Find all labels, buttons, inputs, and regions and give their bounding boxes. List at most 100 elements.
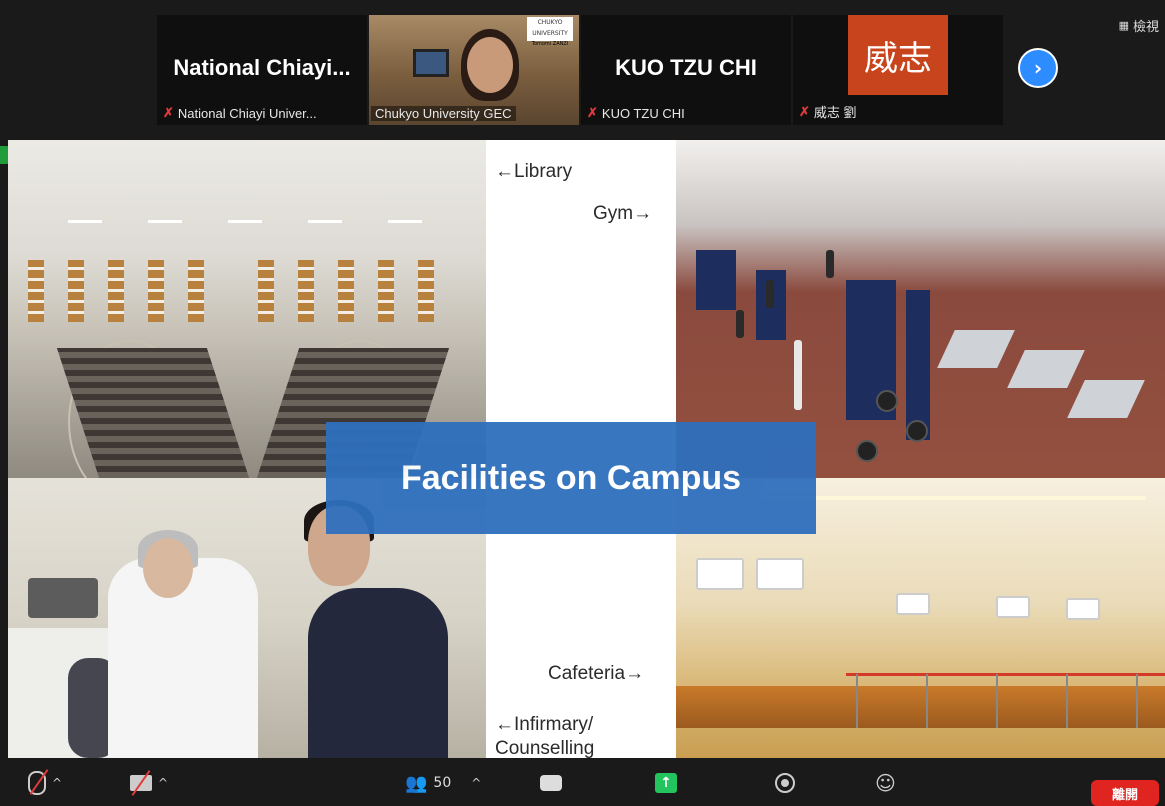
weight-plate [906, 420, 928, 442]
mute-button[interactable]: ^ [28, 768, 62, 798]
next-page-button[interactable]: › [1018, 48, 1058, 88]
chevron-up-icon[interactable]: ^ [52, 776, 62, 790]
name-plate: Tomomi ZANZI [531, 41, 569, 47]
treadmill [937, 330, 1015, 368]
person [794, 340, 802, 410]
slide-title-banner: Facilities on Campus [326, 422, 816, 534]
participant-label: ✗ 威志 劉 [799, 102, 857, 121]
ceiling-light [68, 220, 102, 223]
share-screen-button[interactable]: ↑ [655, 768, 677, 798]
chevron-right-icon: › [1033, 56, 1043, 80]
shop-sign [896, 593, 930, 615]
participant-name: KUO TZU CHI [615, 55, 757, 80]
record-button[interactable] [775, 768, 795, 798]
shop-sign [756, 558, 804, 590]
treadmill [1007, 350, 1085, 388]
person [766, 280, 774, 308]
queue-post [996, 674, 998, 728]
reactions-icon: ☺ [875, 771, 896, 795]
shop-sign [1066, 598, 1100, 620]
participant-strip: National Chiayi... ✗ National Chiayi Uni… [0, 0, 1165, 136]
share-screen-icon: ↑ [655, 773, 677, 793]
participant-label-text: National Chiayi Univer... [177, 105, 317, 121]
bookshelf [108, 260, 124, 322]
participant-avatar: 威志 [848, 15, 948, 95]
video-off-icon [130, 770, 152, 796]
chat-button[interactable] [540, 768, 562, 798]
bookshelf [338, 260, 354, 322]
queue-post [1066, 674, 1068, 728]
queue-rail [846, 673, 1165, 676]
reactions-button[interactable]: ☺ [875, 768, 896, 798]
caption-infirmary: ←Infirmary/ Counselling [495, 713, 655, 758]
speaker-face [467, 37, 513, 93]
mic-muted-icon: ✗ [587, 105, 598, 120]
bookshelf [68, 260, 84, 322]
ceiling-light [308, 220, 342, 223]
bookshelf [28, 260, 44, 322]
person [736, 310, 744, 338]
background-tv [413, 49, 449, 77]
participant-tile[interactable]: 威志 ✗ 威志 劉 [793, 15, 1003, 125]
shop-sign [696, 558, 744, 590]
caption-gym: Gym→ [593, 203, 653, 224]
slide-title: Facilities on Campus [400, 458, 742, 497]
view-button-label: 檢視 [1132, 20, 1159, 35]
serving-counter [676, 686, 1165, 728]
caption-library: ←Library [495, 161, 573, 182]
participant-label: Chukyo University GEC [371, 106, 516, 121]
participant-label: ✗ National Chiayi Univer... [163, 105, 317, 121]
bookshelf [418, 260, 434, 322]
weight-plate [876, 390, 898, 412]
gym-machine [906, 290, 930, 440]
caption-cafeteria: Cafeteria→ [548, 663, 645, 684]
ceiling-light [388, 220, 422, 223]
queue-post [926, 674, 928, 728]
participant-label: ✗ KUO TZU CHI [587, 105, 685, 121]
mic-muted-icon: ✗ [799, 103, 810, 119]
ceiling-light [228, 220, 262, 223]
participants-count: 50 [433, 775, 452, 791]
weight-plate [856, 440, 878, 462]
treadmill [1067, 380, 1145, 418]
caption-infirmary-line2: Counselling [495, 738, 595, 758]
record-icon [775, 773, 795, 793]
participant-tile-video[interactable]: CHUKYO UNIVERSITY Tomomi ZANZI Chukyo Un… [369, 15, 579, 125]
queue-post [856, 674, 858, 728]
chat-icon [540, 775, 562, 791]
chevron-up-icon[interactable]: ^ [158, 776, 168, 790]
caption-infirmary-line1: ←Infirmary/ [495, 714, 594, 735]
chevron-up-icon[interactable]: ^ [471, 776, 481, 790]
participant-label-text: 威志 劉 [813, 105, 857, 120]
mic-muted-icon: ✗ [163, 105, 174, 120]
participants-icon: 👥 [405, 772, 428, 794]
meeting-toolbar: ^ ^ 👥 50 ^ ↑ ☺ 離開 [0, 762, 1165, 806]
bookshelf [378, 260, 394, 322]
participants-button[interactable]: 👥 50 ^ [405, 768, 481, 798]
queue-post [1136, 674, 1138, 728]
participant-tile[interactable]: KUO TZU CHI ✗ KUO TZU CHI [581, 15, 791, 125]
bookshelf [188, 260, 204, 322]
patient-shirt [308, 588, 448, 758]
participant-label-text: Chukyo University GEC [375, 106, 512, 121]
gym-machine [696, 250, 736, 310]
mic-muted-icon [28, 769, 49, 795]
doctor-head [143, 538, 193, 598]
logo-text: CHUKYO UNIVERSITY [532, 19, 568, 37]
bookshelf [258, 260, 274, 322]
participant-label-text: KUO TZU CHI [601, 105, 685, 121]
grid-view-icon: ▦ [1118, 19, 1129, 32]
leave-button[interactable]: 離開 [1091, 780, 1159, 806]
bookshelf [298, 260, 314, 322]
university-logo: CHUKYO UNIVERSITY Tomomi ZANZI [527, 17, 573, 47]
view-button[interactable]: ▦ 檢視 [1119, 16, 1159, 35]
bookshelf [148, 260, 164, 322]
medical-scale [28, 578, 98, 618]
ceiling-light [148, 220, 182, 223]
video-button[interactable]: ^ [130, 768, 168, 798]
participant-name: National Chiayi... [173, 55, 351, 80]
shop-sign [996, 596, 1030, 618]
person [826, 250, 834, 278]
participant-tile[interactable]: National Chiayi... ✗ National Chiayi Uni… [157, 15, 367, 125]
shared-slide: ←Library Gym→ Cafeteria→ ←Infirmary/ Cou… [8, 140, 1165, 758]
